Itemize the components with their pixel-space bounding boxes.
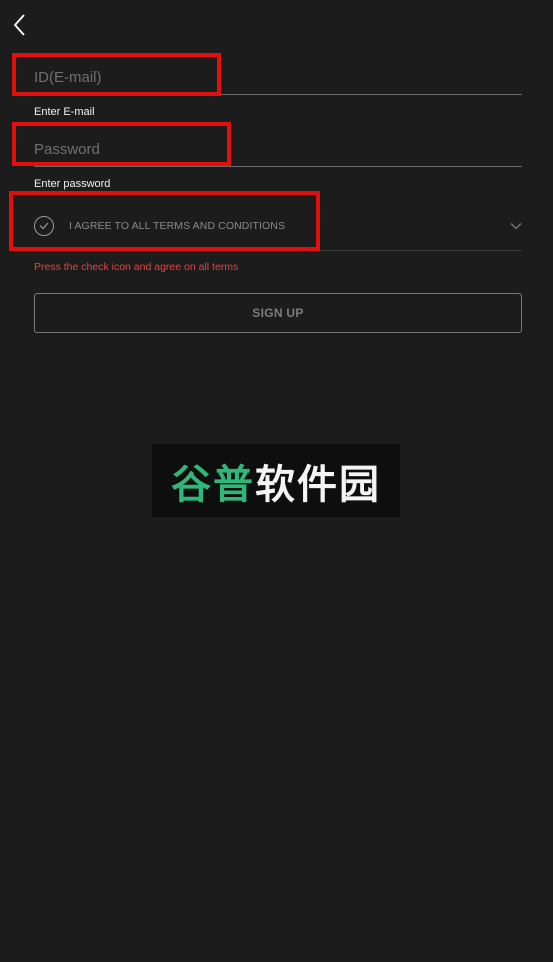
chevron-left-icon xyxy=(13,14,25,36)
email-field-group xyxy=(34,61,522,95)
check-circle-icon[interactable] xyxy=(34,216,54,236)
password-field-group xyxy=(34,133,522,167)
back-button[interactable] xyxy=(8,12,30,38)
email-helper-text: Enter E-mail xyxy=(34,106,95,118)
password-helper-text: Enter password xyxy=(34,178,111,190)
signup-screen: Enter E-mail Enter password I AGREE TO A… xyxy=(0,0,553,962)
terms-error-message: Press the check icon and agree on all te… xyxy=(34,261,239,273)
watermark-text-part1: 谷普 xyxy=(171,461,255,508)
watermark-logo: 谷普软件园 xyxy=(152,444,400,517)
sign-up-button[interactable]: SIGN UP xyxy=(34,293,522,333)
terms-agreement-row[interactable]: I AGREE TO ALL TERMS AND CONDITIONS xyxy=(34,202,522,251)
watermark-text: 谷普软件园 xyxy=(171,452,381,510)
chevron-down-icon[interactable] xyxy=(510,220,522,232)
email-field[interactable] xyxy=(34,61,522,95)
password-field[interactable] xyxy=(34,133,522,167)
terms-label: I AGREE TO ALL TERMS AND CONDITIONS xyxy=(69,220,286,232)
watermark-text-part2: 软件园 xyxy=(255,461,381,508)
